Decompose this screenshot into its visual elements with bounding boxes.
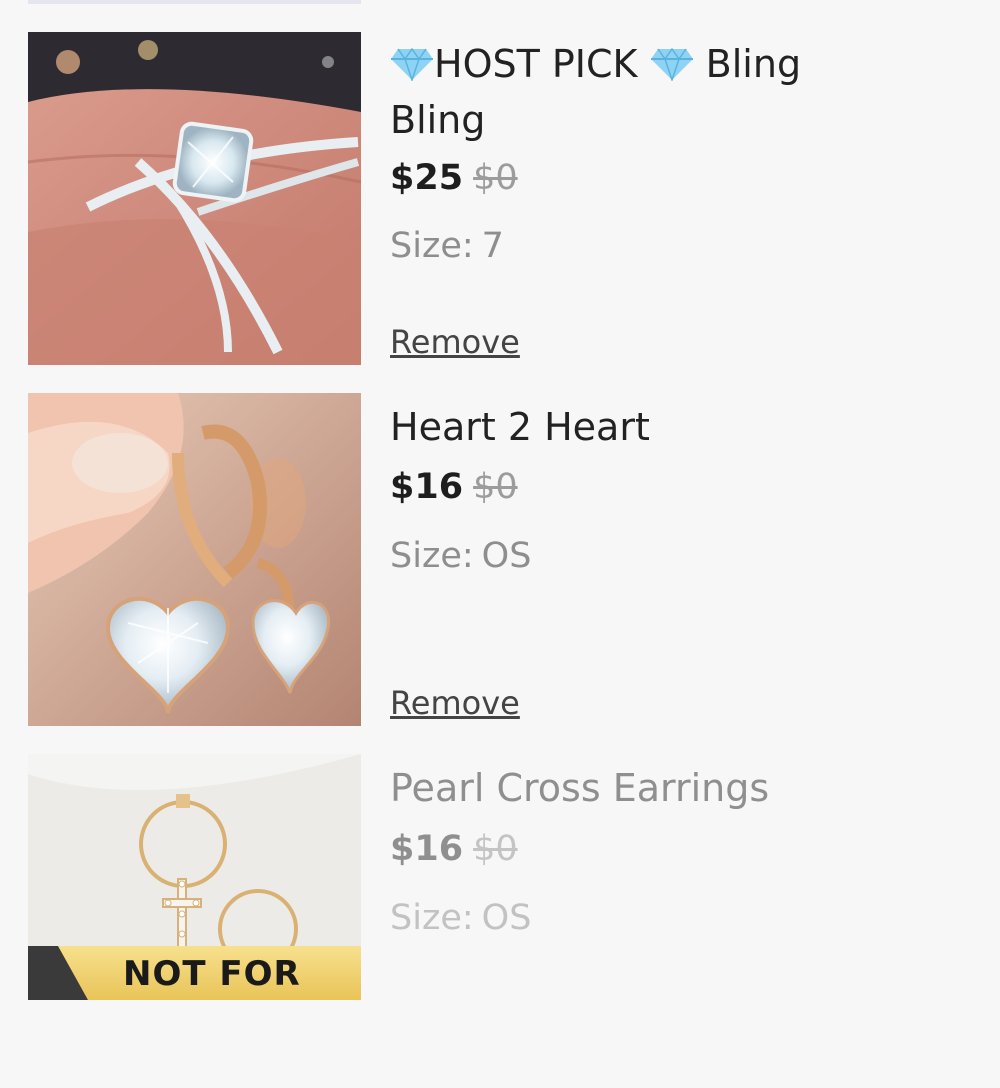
price-row: $25 $0 [390, 156, 518, 200]
original-price: $0 [473, 829, 518, 869]
not-for-sale-label: NOT FOR [123, 954, 301, 994]
remove-button[interactable]: Remove [390, 683, 520, 723]
original-price: $0 [473, 158, 518, 198]
list-item[interactable]: Heart 2 Heart $16 $0 Size: OS Remove [0, 393, 1000, 727]
item-title[interactable]: HOST PICK Bling Bling [390, 38, 860, 146]
remove-button[interactable]: Remove [390, 322, 520, 362]
product-image-ring[interactable] [28, 32, 361, 365]
size-row: Size: 7 [390, 224, 504, 268]
price-row: $16 $0 [390, 465, 518, 509]
price-row: $16 $0 [390, 827, 518, 871]
item-price: $16 [390, 829, 464, 869]
size-value: OS [481, 536, 532, 576]
size-row: Size: OS [390, 534, 531, 578]
crisscross-ring-photo [28, 32, 361, 365]
product-image-earrings[interactable] [28, 393, 361, 726]
item-title[interactable]: Heart 2 Heart [390, 401, 860, 453]
title-line1: HOST PICK [434, 42, 638, 86]
size-value: 7 [481, 226, 504, 266]
product-image-cross-earrings[interactable]: NOT FOR [28, 754, 361, 1000]
size-value: OS [481, 898, 532, 938]
heart-earrings-photo [28, 393, 361, 726]
item-title[interactable]: Pearl Cross Earrings [390, 762, 860, 814]
size-label: Size: [390, 898, 474, 938]
item-price: $25 [390, 158, 464, 198]
original-price: $0 [473, 467, 518, 507]
gem-icon [650, 42, 694, 94]
size-label: Size: [390, 226, 474, 266]
size-label: Size: [390, 536, 474, 576]
not-for-sale-banner: NOT FOR [28, 946, 361, 1000]
list-item[interactable]: NOT FOR Pearl Cross Earrings $16 $0 Size:… [0, 754, 1000, 1000]
list-item[interactable]: HOST PICK Bling Bling $25 $0 Size: 7 Remov… [0, 32, 1000, 366]
size-row: Size: OS [390, 896, 531, 940]
gem-icon [390, 42, 434, 94]
item-price: $16 [390, 467, 464, 507]
previous-item-edge [28, 0, 361, 4]
